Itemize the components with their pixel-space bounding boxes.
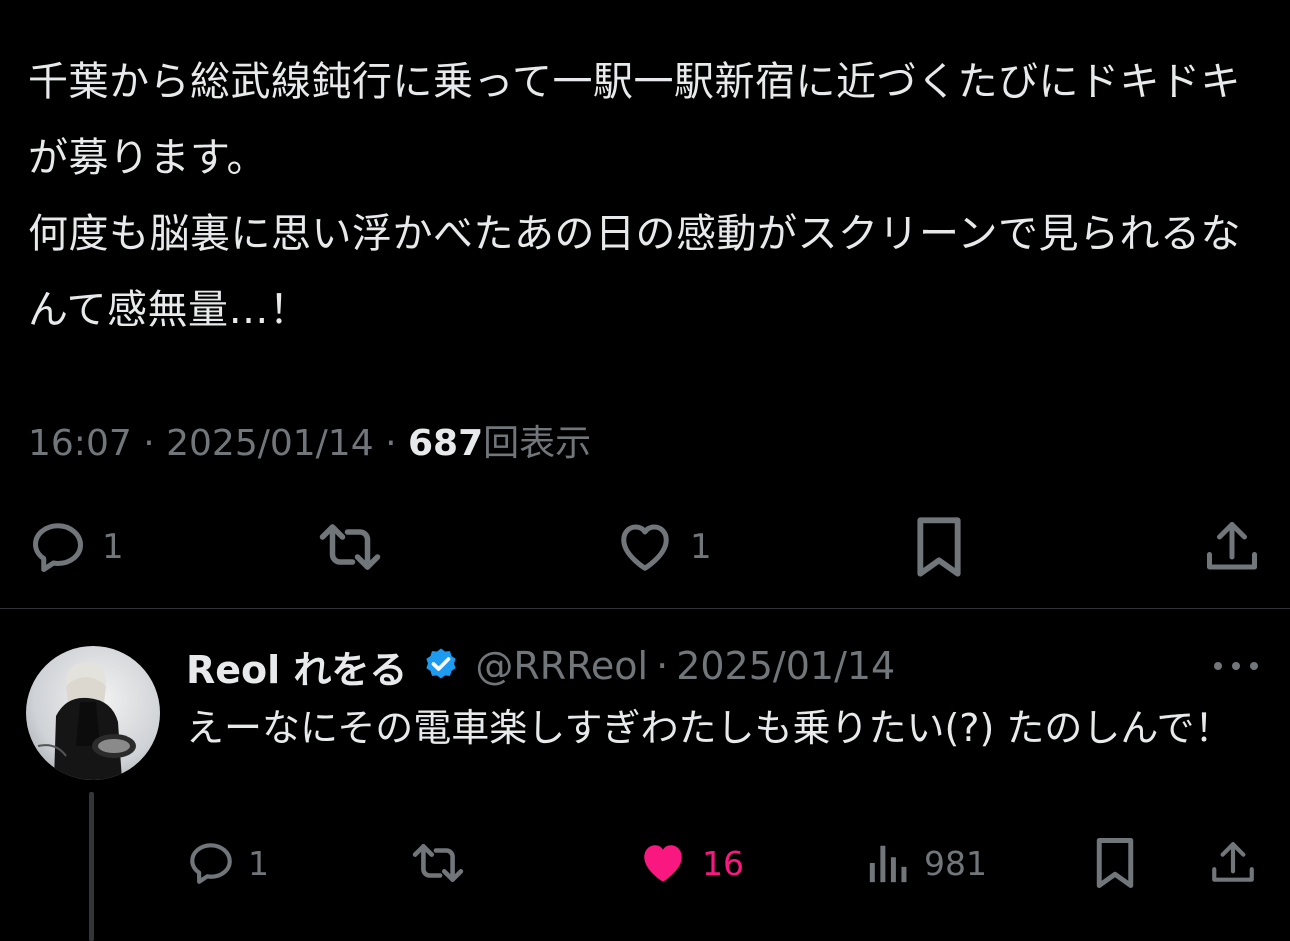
- analytics-bars-icon: [869, 845, 907, 883]
- views-label: 回表示: [483, 423, 592, 464]
- tweet-meta: 16:07 · 2025/01/14 · 687回表示: [28, 418, 591, 470]
- heart-outline-icon: [621, 524, 669, 571]
- share-icon: [1207, 522, 1257, 570]
- tweet-date[interactable]: 2025/01/14: [166, 423, 374, 464]
- reply-retweet-button[interactable]: [410, 835, 466, 891]
- reply-reply-button[interactable]: 1: [186, 835, 269, 891]
- tweet-time: 16:07: [28, 423, 132, 464]
- reply-text: えーなにその電車楽しすぎわたしも乗りたい(?) たのしんで！: [186, 706, 1233, 750]
- heart-filled-icon: [644, 845, 682, 882]
- views-count: 687: [407, 423, 484, 464]
- user-handle[interactable]: @RRReol: [475, 644, 648, 688]
- meta-separator: ·: [385, 423, 397, 464]
- avatar[interactable]: [26, 646, 160, 780]
- meta-separator: ·: [143, 423, 155, 464]
- share-icon: [1212, 842, 1254, 882]
- reply-bookmark-button[interactable]: [1092, 835, 1138, 891]
- reply-count: 1: [102, 527, 124, 567]
- display-name[interactable]: Reol れをる: [186, 639, 407, 694]
- header-separator: ·: [656, 644, 669, 688]
- bookmark-icon: [917, 517, 961, 577]
- tweet-text: 千葉から総武線鈍行に乗って一駅一駅新宿に近づくたびにドキドキが募ります。 何度も…: [28, 59, 1241, 333]
- reply-views-count: 981: [924, 843, 987, 883]
- retweet-icon: [319, 524, 381, 570]
- bookmark-icon: [1096, 838, 1134, 888]
- reply-like-button[interactable]: 16: [636, 835, 744, 891]
- reply-tweet[interactable]: Reol れをる @RRReol · 2025/01/14 えーなにその電車楽し…: [0, 609, 1290, 941]
- main-tweet: 千葉から総武線鈍行に乗って一駅一駅新宿に近づくたびにドキドキが募ります。 何度も…: [0, 0, 1290, 608]
- reply-header: Reol れをる @RRReol · 2025/01/14: [186, 639, 895, 693]
- retweet-button[interactable]: [316, 512, 384, 582]
- reply-share-button[interactable]: [1208, 835, 1258, 891]
- more-options-button[interactable]: [1208, 649, 1264, 683]
- reply-reply-count: 1: [248, 843, 269, 883]
- reply-like-count: 16: [702, 843, 744, 883]
- reply-button[interactable]: 1: [28, 512, 124, 582]
- like-count: 1: [690, 527, 712, 567]
- reply-icon: [190, 843, 232, 884]
- reply-date[interactable]: 2025/01/14: [676, 644, 895, 688]
- reply-action-bar: 1 16 981: [0, 835, 1290, 891]
- like-button[interactable]: 1: [614, 512, 712, 582]
- share-button[interactable]: [1202, 512, 1262, 582]
- reply-views-button[interactable]: 981: [866, 835, 987, 891]
- more-dots-icon: [1214, 662, 1258, 670]
- bookmark-button[interactable]: [912, 512, 966, 582]
- retweet-icon: [412, 844, 464, 882]
- tweet-action-bar: 1 1: [0, 512, 1290, 582]
- verified-badge-icon: [426, 648, 457, 679]
- reply-icon: [33, 523, 83, 572]
